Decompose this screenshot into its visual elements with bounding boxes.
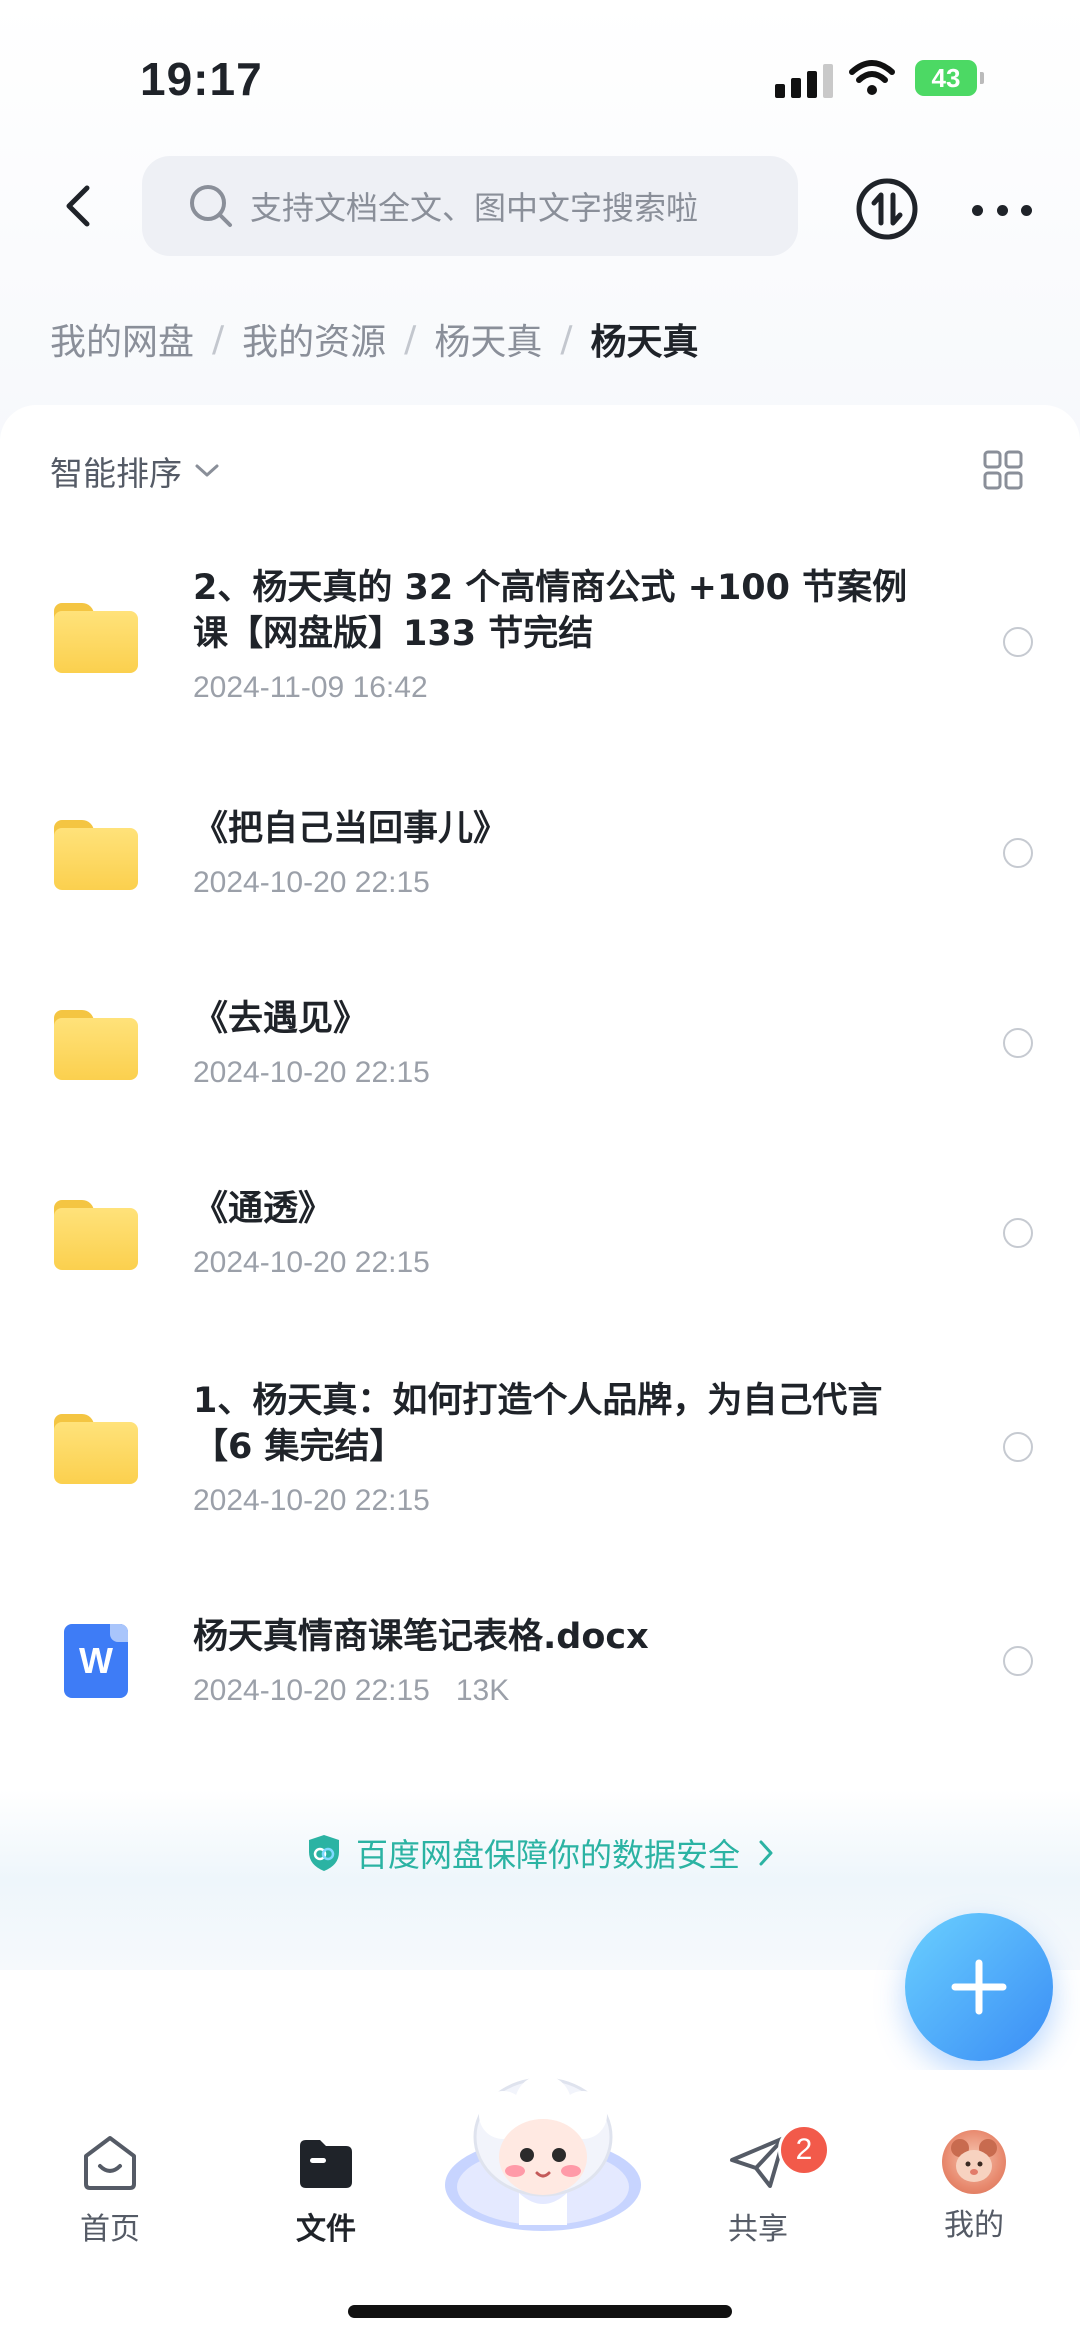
folder-icon — [54, 1200, 138, 1270]
breadcrumb-current: 杨天真 — [590, 322, 699, 363]
list-item[interactable]: 2、杨天真的 32 个高情商公式 +100 节案例课【网盘版】133 节完结 2… — [0, 565, 1080, 725]
battery-icon: 43 — [915, 60, 984, 96]
sort-label: 智能排序 — [50, 454, 182, 493]
grid-view-icon[interactable] — [982, 449, 1024, 491]
cellular-signal-icon — [775, 62, 833, 98]
folder-icon — [54, 1414, 138, 1484]
breadcrumb-separator: / — [404, 318, 417, 360]
list-item[interactable]: 《把自己当回事儿》 2024-10-20 22:15 — [0, 806, 1080, 916]
folder-tab-icon — [300, 2140, 352, 2188]
file-date: 2024-10-20 22:15 — [193, 1056, 430, 1089]
sort-dropdown[interactable]: 智能排序 — [50, 447, 220, 495]
file-size: 13K — [455, 1674, 510, 1707]
tab-home-label: 首页 — [80, 2212, 140, 2247]
chevron-left-icon — [66, 185, 90, 227]
folder-icon — [54, 1010, 138, 1080]
word-document-icon: W — [64, 1624, 128, 1698]
breadcrumb-item-my-resources[interactable]: 我的资源 — [242, 313, 386, 365]
file-date: 2024-10-20 22:15 — [193, 1246, 430, 1279]
ai-assistant-mascot[interactable] — [443, 2075, 643, 2235]
tab-files-label: 文件 — [296, 2212, 356, 2247]
file-date: 2024-11-09 16:42 — [193, 671, 428, 704]
status-time: 19:17 — [140, 53, 263, 105]
tab-home[interactable]: 首页 — [30, 2130, 190, 2248]
add-button[interactable] — [905, 1913, 1053, 2061]
file-name: 《去遇见》 — [193, 999, 369, 1039]
search-placeholder: 支持文档全文、图中文字搜索啦 — [250, 189, 699, 227]
list-item[interactable]: 《通透》 2024-10-20 22:15 — [0, 1186, 1080, 1296]
list-item[interactable]: 《去遇见》 2024-10-20 22:15 — [0, 996, 1080, 1106]
folder-icon — [54, 820, 138, 890]
select-checkbox[interactable] — [1003, 627, 1033, 657]
home-icon — [84, 2136, 136, 2190]
select-checkbox[interactable] — [1003, 1646, 1033, 1676]
select-checkbox[interactable] — [1003, 1432, 1033, 1462]
file-date: 2024-10-20 22:15 — [193, 1484, 430, 1517]
transfer-icon[interactable] — [855, 177, 919, 241]
folder-icon — [54, 603, 138, 673]
list-item[interactable]: W 杨天真情商课笔记表格.docx 2024-10-20 22:15 13K — [0, 1614, 1080, 1724]
file-date: 2024-10-20 22:15 — [193, 866, 430, 899]
security-banner[interactable]: 百度网盘保障你的数据安全 — [0, 1830, 1080, 1876]
file-name: 《通透》 — [193, 1189, 334, 1229]
search-input[interactable]: 支持文档全文、图中文字搜索啦 — [142, 156, 798, 256]
select-checkbox[interactable] — [1003, 1028, 1033, 1058]
file-name: 2、杨天真的 32 个高情商公式 +100 节案例课【网盘版】133 节完结 — [193, 568, 908, 654]
list-item[interactable]: 1、杨天真：如何打造个人品牌，为自己代言【6 集完结】 2024-10-20 2… — [0, 1378, 1080, 1538]
word-icon-letter: W — [79, 1640, 113, 1681]
avatar — [942, 2130, 1006, 2194]
search-icon — [190, 185, 232, 227]
breadcrumb-item-parent[interactable]: 杨天真 — [434, 313, 542, 365]
tab-share-label: 共享 — [728, 2212, 788, 2247]
home-indicator — [348, 2305, 732, 2318]
file-name: 《把自己当回事儿》 — [193, 809, 509, 849]
security-banner-text: 百度网盘保障你的数据安全 — [355, 1836, 740, 1874]
breadcrumb-separator: / — [212, 318, 225, 360]
breadcrumb-item-my-drive[interactable]: 我的网盘 — [50, 313, 194, 365]
tab-mine[interactable]: 我的 — [894, 2130, 1054, 2244]
shield-icon — [308, 1835, 339, 1871]
back-button[interactable] — [48, 176, 108, 236]
notification-badge: 2 — [778, 2124, 830, 2176]
battery-level: 43 — [931, 62, 961, 93]
select-checkbox[interactable] — [1003, 838, 1033, 868]
breadcrumb: 我的网盘 / 我的资源 / 杨天真 / 杨天真 — [50, 313, 698, 365]
tab-mine-label: 我的 — [944, 2208, 1004, 2243]
tab-files[interactable]: 文件 — [246, 2130, 406, 2248]
wifi-icon — [849, 60, 895, 95]
file-name: 杨天真情商课笔记表格.docx — [193, 1617, 649, 1657]
plus-icon — [951, 1959, 1007, 2015]
avatar-image — [951, 2139, 997, 2182]
more-options-button[interactable] — [972, 190, 1032, 230]
file-name: 1、杨天真：如何打造个人品牌，为自己代言【6 集完结】 — [193, 1381, 883, 1467]
select-checkbox[interactable] — [1003, 1218, 1033, 1248]
breadcrumb-separator: / — [560, 318, 573, 360]
chevron-down-icon — [195, 464, 219, 477]
chevron-right-icon — [759, 1840, 773, 1866]
file-date: 2024-10-20 22:15 — [193, 1674, 430, 1707]
